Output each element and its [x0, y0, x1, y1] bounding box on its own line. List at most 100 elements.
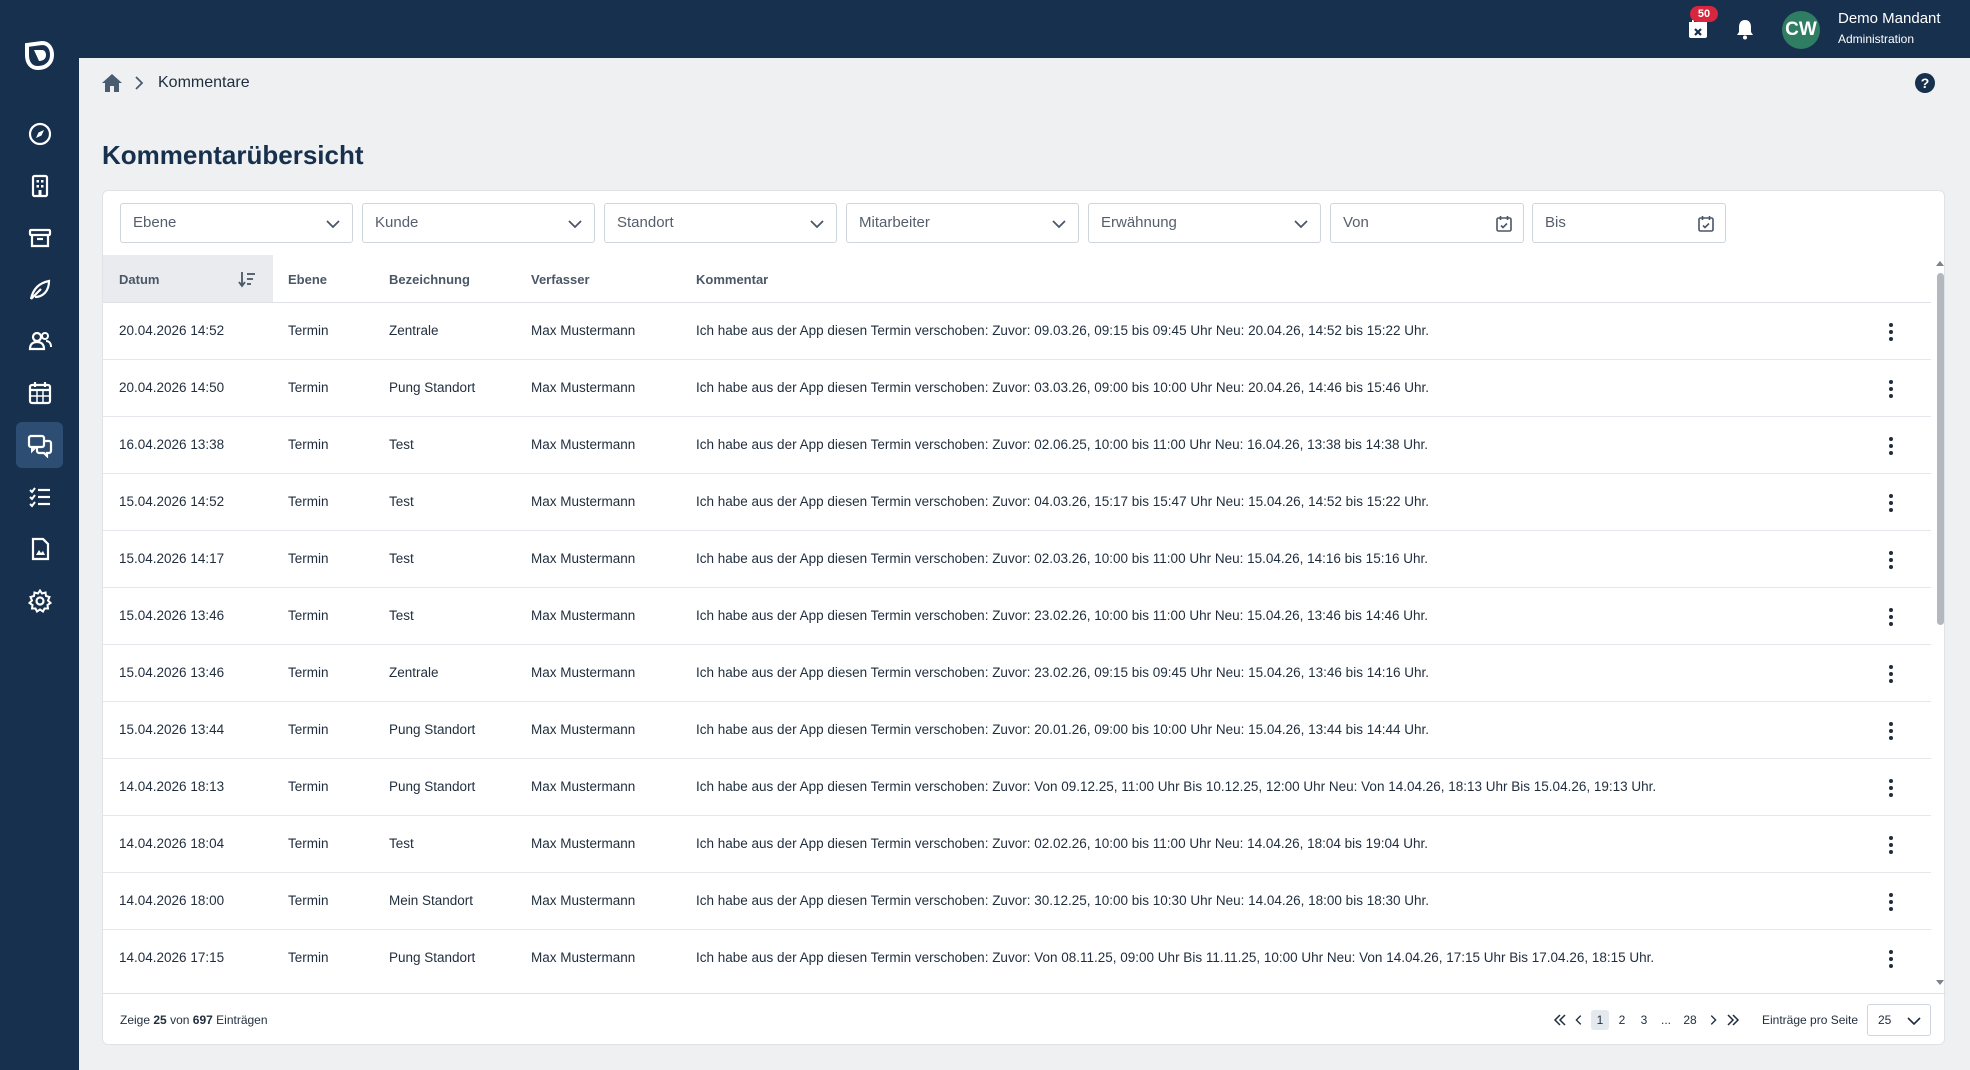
archive-icon[interactable] — [16, 215, 63, 261]
calendar-check-icon[interactable] — [1495, 215, 1513, 233]
comments-icon[interactable] — [16, 422, 63, 468]
comments-card: Ebene Kunde Standort Mitarbeiter Erwähnu… — [102, 190, 1946, 1045]
page-3[interactable]: 3 — [1635, 1010, 1653, 1030]
cell-datum: 20.04.2026 14:52 — [119, 323, 225, 338]
cell-kommentar: Ich habe aus der App diesen Termin versc… — [696, 380, 1429, 395]
table-row[interactable]: 15.04.2026 13:44 Termin Pung Standort Ma… — [103, 702, 1931, 759]
more-vertical-icon[interactable] — [1881, 549, 1901, 571]
page-28[interactable]: 28 — [1678, 1010, 1702, 1030]
page-1[interactable]: 1 — [1591, 1010, 1609, 1030]
user-name[interactable]: Demo Mandant — [1838, 10, 1941, 27]
filter-mitarbeiter-label: Mitarbeiter — [859, 214, 930, 231]
filter-von-date[interactable]: Von — [1330, 203, 1524, 243]
table-row[interactable]: 15.04.2026 14:17 Termin Test Max Musterm… — [103, 531, 1931, 588]
more-vertical-icon[interactable] — [1881, 777, 1901, 799]
more-vertical-icon[interactable] — [1881, 720, 1901, 742]
per-page-label: Einträge pro Seite — [1762, 1013, 1859, 1027]
cell-ebene: Termin — [288, 323, 329, 338]
more-vertical-icon[interactable] — [1881, 663, 1901, 685]
more-vertical-icon[interactable] — [1881, 492, 1901, 514]
more-vertical-icon[interactable] — [1881, 606, 1901, 628]
cell-datum: 14.04.2026 18:04 — [119, 836, 225, 851]
help-icon[interactable]: ? — [1914, 72, 1936, 94]
cell-bezeichnung: Mein Standort — [389, 893, 474, 908]
scroll-up-arrow-icon[interactable] — [1935, 259, 1945, 267]
svg-text:?: ? — [1921, 75, 1930, 91]
table-row[interactable]: 15.04.2026 14:52 Termin Test Max Musterm… — [103, 474, 1931, 531]
scroll-down-arrow-icon[interactable] — [1935, 979, 1945, 987]
calendar-icon[interactable] — [16, 370, 63, 416]
table-row[interactable]: 15.04.2026 13:46 Termin Zentrale Max Mus… — [103, 645, 1931, 702]
table-body: 20.04.2026 14:52 Termin Zentrale Max Mus… — [103, 303, 1931, 986]
filter-ebene[interactable]: Ebene — [120, 203, 353, 243]
cell-verfasser: Max Mustermann — [531, 779, 636, 794]
cell-ebene: Termin — [288, 437, 329, 452]
per-page-select[interactable]: 25 — [1867, 1004, 1931, 1036]
cell-datum: 15.04.2026 13:44 — [119, 722, 225, 737]
column-ebene[interactable]: Ebene — [288, 272, 327, 287]
cell-datum: 14.04.2026 17:15 — [119, 950, 225, 965]
more-vertical-icon[interactable] — [1881, 378, 1901, 400]
cell-datum: 15.04.2026 14:17 — [119, 551, 225, 566]
cell-datum: 15.04.2026 13:46 — [119, 608, 225, 623]
more-vertical-icon[interactable] — [1881, 891, 1901, 913]
filter-kunde[interactable]: Kunde — [362, 203, 595, 243]
more-vertical-icon[interactable] — [1881, 834, 1901, 856]
column-kommentar[interactable]: Kommentar — [696, 272, 768, 287]
table-row[interactable]: 15.04.2026 13:46 Termin Test Max Musterm… — [103, 588, 1931, 645]
filter-ebene-label: Ebene — [133, 214, 177, 231]
page-2[interactable]: 2 — [1613, 1010, 1631, 1030]
building-icon[interactable] — [16, 163, 63, 209]
cell-bezeichnung: Test — [389, 608, 414, 623]
next-page-icon[interactable] — [1706, 1010, 1720, 1030]
table-row[interactable]: 14.04.2026 17:15 Termin Pung Standort Ma… — [103, 930, 1931, 986]
filter-bis-date[interactable]: Bis — [1532, 203, 1726, 243]
more-vertical-icon[interactable] — [1881, 321, 1901, 343]
cell-kommentar: Ich habe aus der App diesen Termin versc… — [696, 608, 1428, 623]
cell-ebene: Termin — [288, 779, 329, 794]
table-row[interactable]: 20.04.2026 14:52 Termin Zentrale Max Mus… — [103, 303, 1931, 360]
filter-erwaehnung[interactable]: Erwähnung — [1088, 203, 1321, 243]
leaf-icon[interactable] — [16, 267, 63, 313]
cell-ebene: Termin — [288, 950, 329, 965]
table-row[interactable]: 16.04.2026 13:38 Termin Test Max Musterm… — [103, 417, 1931, 474]
cell-ebene: Termin — [288, 608, 329, 623]
document-icon[interactable] — [16, 526, 63, 572]
table-row[interactable]: 20.04.2026 14:50 Termin Pung Standort Ma… — [103, 360, 1931, 417]
table-row[interactable]: 14.04.2026 18:00 Termin Mein Standort Ma… — [103, 873, 1931, 930]
column-verfasser[interactable]: Verfasser — [531, 272, 590, 287]
calendar-check-icon[interactable] — [1697, 215, 1715, 233]
app-logo-icon[interactable] — [22, 38, 56, 72]
chevron-down-icon — [1294, 220, 1308, 229]
cell-bezeichnung: Test — [389, 494, 414, 509]
tasklist-icon[interactable] — [16, 474, 63, 520]
cell-kommentar: Ich habe aus der App diesen Termin versc… — [696, 323, 1429, 338]
sorted-column-bg[interactable]: Datum — [103, 255, 273, 302]
bell-icon[interactable] — [1730, 14, 1760, 44]
per-page-value: 25 — [1878, 1013, 1892, 1027]
filter-mitarbeiter[interactable]: Mitarbeiter — [846, 203, 1079, 243]
sort-descending-icon[interactable] — [237, 269, 257, 289]
filter-standort[interactable]: Standort — [604, 203, 837, 243]
cell-bezeichnung: Test — [389, 836, 414, 851]
last-page-icon[interactable] — [1725, 1010, 1741, 1030]
cell-verfasser: Max Mustermann — [531, 950, 636, 965]
cell-datum: 16.04.2026 13:38 — [119, 437, 225, 452]
table-row[interactable]: 14.04.2026 18:13 Termin Pung Standort Ma… — [103, 759, 1931, 816]
table-row[interactable]: 14.04.2026 18:04 Termin Test Max Musterm… — [103, 816, 1931, 873]
cell-verfasser: Max Mustermann — [531, 437, 636, 452]
users-icon[interactable] — [16, 318, 63, 364]
compass-icon[interactable] — [16, 111, 63, 157]
column-datum[interactable]: Datum — [119, 272, 159, 287]
more-vertical-icon[interactable] — [1881, 948, 1901, 970]
first-page-icon[interactable] — [1552, 1010, 1568, 1030]
prev-page-icon[interactable] — [1572, 1010, 1586, 1030]
more-vertical-icon[interactable] — [1881, 435, 1901, 457]
cell-verfasser: Max Mustermann — [531, 551, 636, 566]
scrollbar-thumb[interactable] — [1937, 273, 1944, 625]
home-icon[interactable] — [101, 73, 123, 93]
column-bezeichnung[interactable]: Bezeichnung — [389, 272, 470, 287]
avatar[interactable]: CW — [1782, 11, 1820, 49]
settings-gear-icon[interactable] — [16, 578, 63, 624]
table-scrollbar[interactable] — [1935, 259, 1945, 989]
